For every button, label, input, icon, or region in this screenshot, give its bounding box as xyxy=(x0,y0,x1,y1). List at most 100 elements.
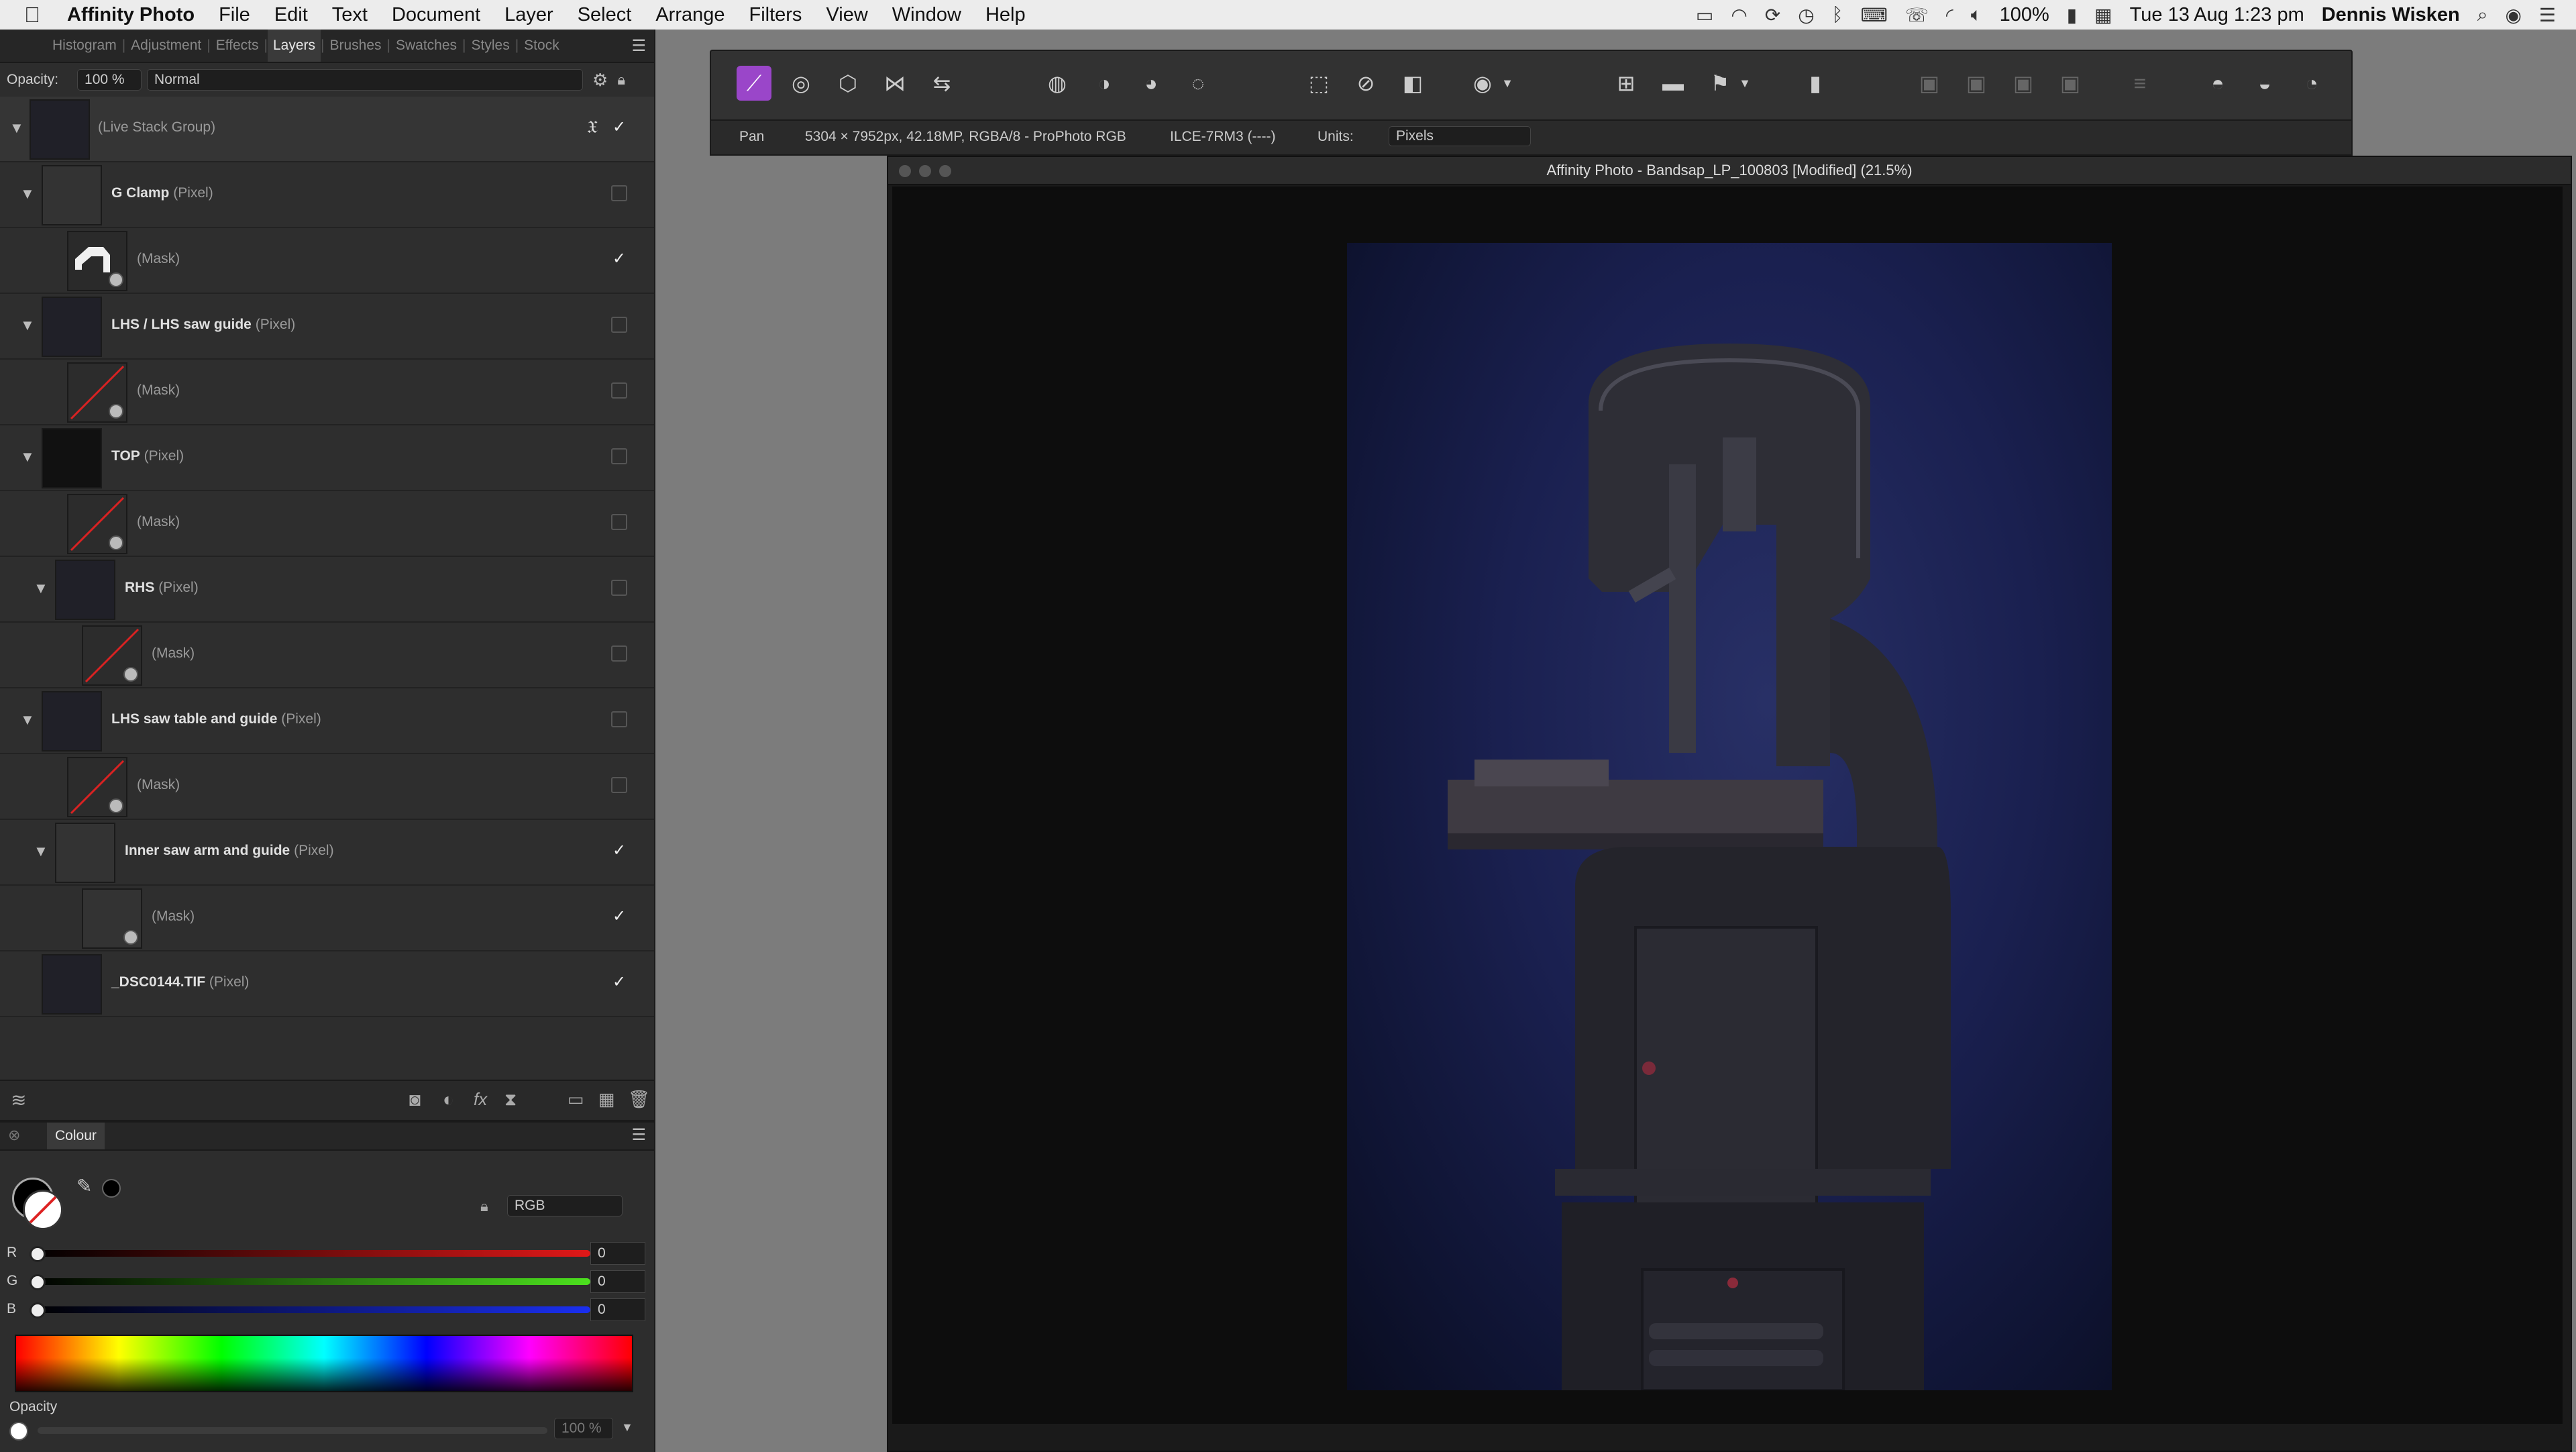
app-name-menu[interactable]: Affinity Photo xyxy=(67,4,195,26)
boolean-add-icon[interactable]: ◓ xyxy=(2200,66,2235,101)
visibility-checkbox[interactable] xyxy=(611,317,627,333)
bandsaw-photo[interactable] xyxy=(1347,243,2112,1392)
menu-text[interactable]: Text xyxy=(332,4,368,26)
menu-window[interactable]: Window xyxy=(892,4,961,26)
photo-persona-icon[interactable]: ⟋ xyxy=(737,66,771,101)
arrange-back-icon[interactable]: ▣ xyxy=(1912,66,1947,101)
layer-row-mask[interactable]: (Mask) xyxy=(0,623,654,688)
red-track[interactable] xyxy=(34,1250,590,1257)
tab-stock[interactable]: Stock xyxy=(519,38,565,54)
context-toolbar-icon[interactable]: ▮ xyxy=(1798,66,1833,101)
panel-menu-icon[interactable]: ☰ xyxy=(631,1125,646,1145)
disclosure-triangle-icon[interactable]: ▼ xyxy=(20,711,35,729)
arrange-forward-icon[interactable]: ▣ xyxy=(2006,66,2041,101)
opacity-field[interactable]: 100 % xyxy=(77,69,142,91)
sync-icon[interactable]: ⟳ xyxy=(1765,4,1780,26)
opacity-value[interactable]: 100 % xyxy=(554,1418,613,1439)
layer-row-mask[interactable]: (Mask) xyxy=(0,491,654,557)
visibility-checkbox[interactable] xyxy=(611,514,627,530)
menu-help[interactable]: Help xyxy=(985,4,1026,26)
green-knob[interactable] xyxy=(30,1274,46,1290)
fx-icon[interactable]: fx xyxy=(474,1089,487,1110)
invert-selection-icon[interactable]: ◧ xyxy=(1395,66,1430,101)
red-knob[interactable] xyxy=(30,1246,46,1262)
close-window-icon[interactable] xyxy=(899,165,911,177)
layer-row-mask[interactable]: (Mask) xyxy=(0,360,654,425)
phone-icon[interactable]: ☏ xyxy=(1905,4,1929,26)
picked-colour-swatch[interactable] xyxy=(102,1179,121,1198)
disclosure-triangle-icon[interactable]: ▼ xyxy=(20,317,35,334)
grid-icon[interactable]: ▦ xyxy=(598,1089,615,1110)
arrange-front-icon[interactable]: ▣ xyxy=(2053,66,2088,101)
layer-row-mask[interactable]: (Mask) ✓ xyxy=(0,886,654,951)
calendar-icon[interactable]: ▦ xyxy=(2094,4,2112,26)
auto-levels-icon[interactable]: ◍ xyxy=(1040,66,1075,101)
blue-track[interactable] xyxy=(34,1306,590,1313)
blue-knob[interactable] xyxy=(30,1302,46,1318)
tab-layers[interactable]: Layers xyxy=(267,30,321,62)
red-value[interactable]: 0 xyxy=(590,1242,645,1265)
disclosure-triangle-icon[interactable]: ▼ xyxy=(20,448,35,466)
menu-edit[interactable]: Edit xyxy=(274,4,308,26)
deselect-icon[interactable]: ⊘ xyxy=(1348,66,1383,101)
disclosure-triangle-icon[interactable]: ▼ xyxy=(34,580,48,597)
user-name[interactable]: Dennis Wisken xyxy=(2322,4,2460,26)
visibility-checkbox[interactable]: ✓ xyxy=(611,974,627,990)
assistant-icon[interactable]: ⚑ xyxy=(1703,66,1737,101)
blend-mode-select[interactable]: Normal xyxy=(147,69,584,91)
arrange-backward-icon[interactable]: ▣ xyxy=(1959,66,1994,101)
wifi-icon[interactable]: ◜ xyxy=(1946,4,1953,26)
colour-model-select[interactable]: RGB xyxy=(507,1195,623,1216)
secondary-colour-well[interactable] xyxy=(23,1190,63,1230)
layer-row-base-image[interactable]: _DSC0144.TIF (Pixel) ✓ xyxy=(0,951,654,1017)
battery-icon[interactable]: ▮ xyxy=(2067,4,2077,26)
menu-document[interactable]: Document xyxy=(392,4,480,26)
visibility-checkbox[interactable] xyxy=(611,448,627,464)
apple-icon[interactable]:  xyxy=(24,3,51,28)
menu-file[interactable]: File xyxy=(219,4,250,26)
layer-row-mask[interactable]: (Mask) ✓ xyxy=(0,228,654,294)
layer-row-mask[interactable]: (Mask) xyxy=(0,754,654,820)
tab-swatches[interactable]: Swatches xyxy=(390,38,462,54)
visibility-checkbox[interactable] xyxy=(611,711,627,727)
adjustment-icon[interactable]: ◐ xyxy=(443,1089,454,1110)
snapping-icon[interactable]: ⊞ xyxy=(1609,66,1644,101)
menu-view[interactable]: View xyxy=(826,4,867,26)
lock-icon[interactable]: 🔒︎ xyxy=(617,71,625,89)
layer-row-g-clamp[interactable]: ▼ G Clamp (Pixel) xyxy=(0,162,654,228)
visibility-checkbox[interactable]: ✓ xyxy=(611,843,627,859)
lock-icon[interactable]: 🔒︎ xyxy=(480,1198,488,1215)
green-slider[interactable]: G 0 xyxy=(7,1270,645,1294)
panel-menu-icon[interactable]: ☰ xyxy=(631,36,646,56)
layer-row-top[interactable]: ▼ TOP (Pixel) xyxy=(0,425,654,491)
live-filter-add-icon[interactable]: ⧗ xyxy=(504,1089,517,1110)
siri-icon[interactable]: ◉ xyxy=(2505,4,2521,26)
green-track[interactable] xyxy=(34,1278,590,1285)
colour-spectrum[interactable] xyxy=(15,1335,633,1392)
opacity-slider[interactable] xyxy=(38,1427,547,1434)
bluetooth-icon[interactable]: ᛒ xyxy=(1832,4,1843,25)
red-slider[interactable]: R 0 xyxy=(7,1242,645,1266)
disclosure-triangle-icon[interactable]: ▼ xyxy=(34,843,48,860)
add-mask-icon[interactable]: ◙ xyxy=(409,1089,421,1110)
live-filter-icon[interactable]: 𝔛 xyxy=(587,117,598,138)
minimize-window-icon[interactable] xyxy=(919,165,931,177)
visibility-checkbox[interactable] xyxy=(611,645,627,662)
visibility-checkbox[interactable] xyxy=(611,777,627,793)
disclosure-triangle-icon[interactable]: ▼ xyxy=(9,119,24,137)
folder-icon[interactable]: ▭ xyxy=(568,1089,584,1110)
headphones-icon[interactable]: ◠ xyxy=(1731,4,1747,26)
export-persona-icon[interactable]: ⇆ xyxy=(924,66,959,101)
quick-mask-dropdown-icon[interactable]: ▼ xyxy=(1497,66,1517,101)
layer-row-lhs-saw-table[interactable]: ▼ LHS saw table and guide (Pixel) xyxy=(0,688,654,754)
time-machine-icon[interactable]: ◷ xyxy=(1798,4,1814,26)
eyedropper-icon[interactable]: ✎ xyxy=(76,1175,92,1197)
layer-row-rhs[interactable]: ▼ RHS (Pixel) xyxy=(0,557,654,623)
visibility-checkbox[interactable] xyxy=(611,382,627,399)
units-select[interactable]: Pixels xyxy=(1389,126,1531,146)
tab-adjustment[interactable]: Adjustment xyxy=(125,38,207,54)
close-panel-icon[interactable]: ⊗ xyxy=(8,1127,20,1144)
assistant-dropdown-icon[interactable]: ▼ xyxy=(1735,66,1755,101)
force-pixel-align-icon[interactable]: ▬ xyxy=(1656,66,1690,101)
boolean-intersect-icon[interactable]: ◔ xyxy=(2294,66,2329,101)
